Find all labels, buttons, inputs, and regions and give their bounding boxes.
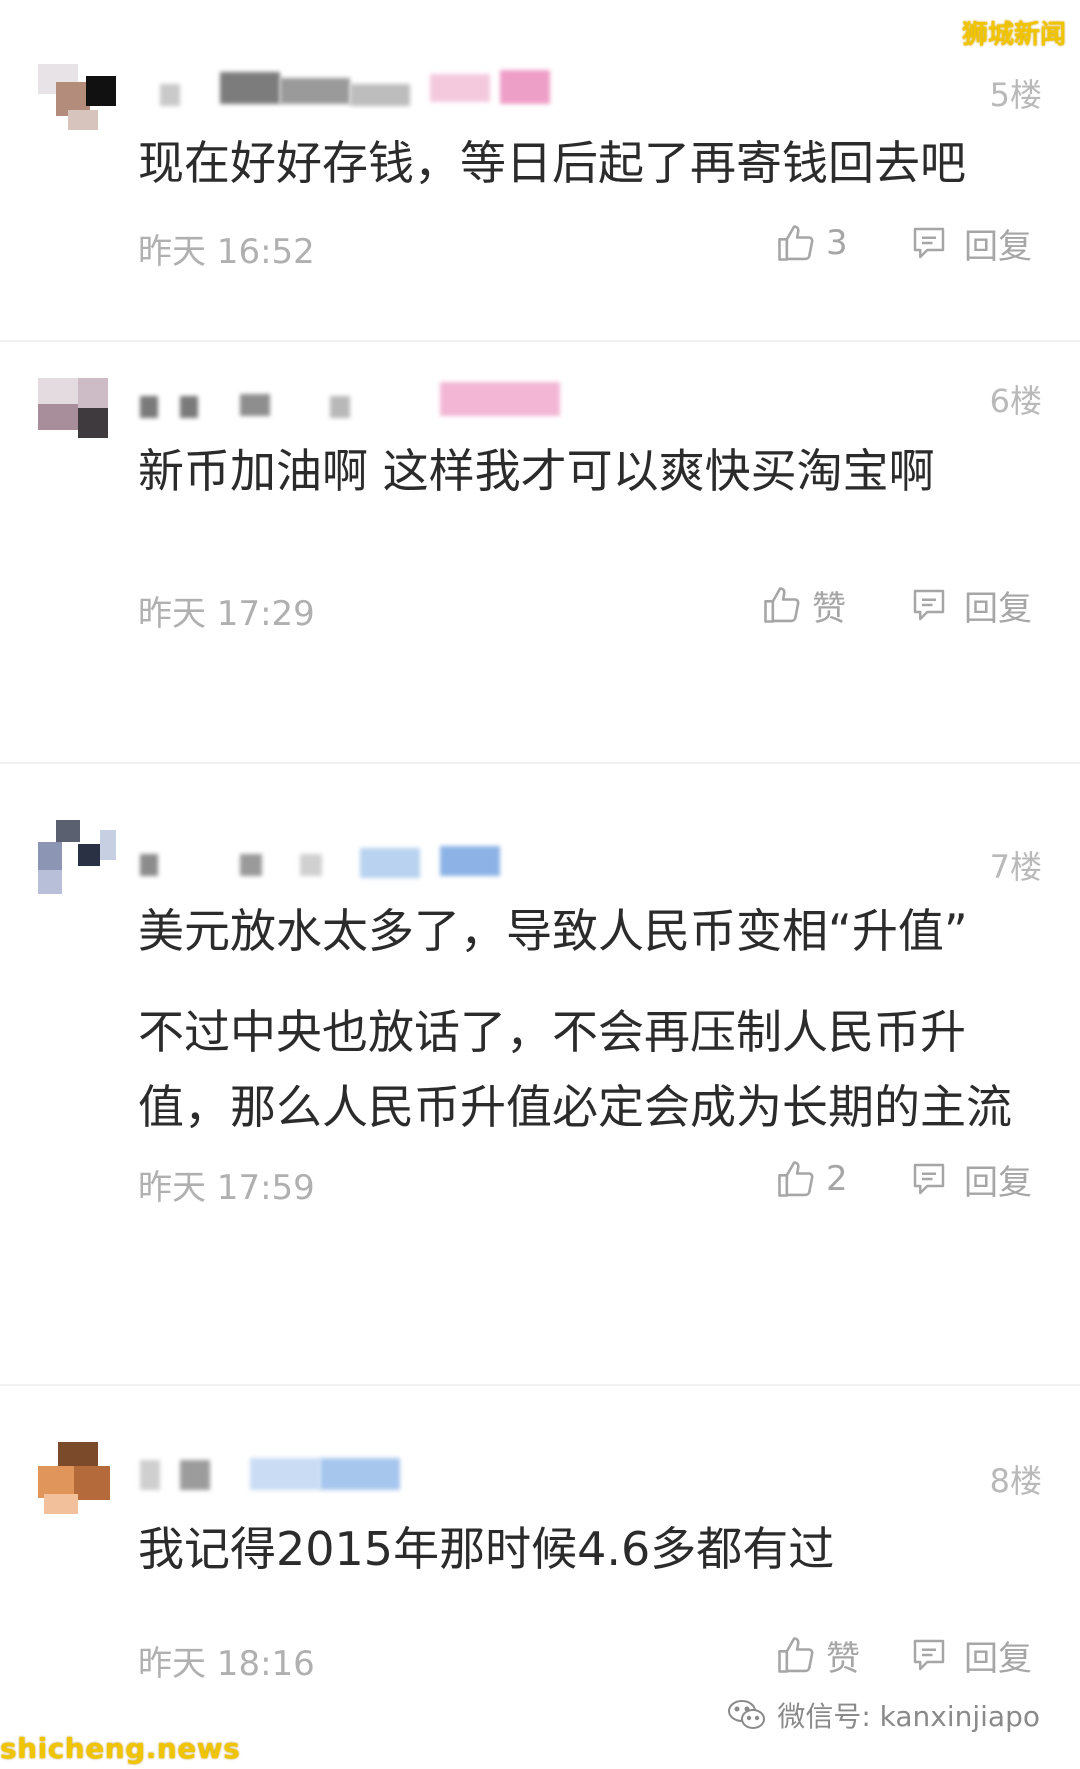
- comment-icon: [908, 1634, 950, 1676]
- thumbs-up-icon: [760, 583, 804, 627]
- reply-label: 回复: [964, 1162, 1032, 1203]
- comment-line: 新币加油啊 这样我才可以爽快买淘宝啊: [138, 444, 935, 498]
- comment-line: 美元放水太多了，导致人民币变相“升值”: [138, 904, 968, 958]
- comment-icon: [908, 1158, 950, 1200]
- wechat-id: 微信号: kanxinjiapo: [777, 1700, 1040, 1733]
- thumbs-up-icon: [774, 1633, 818, 1677]
- comment-time: 昨天 16:52: [138, 232, 315, 272]
- reply-label: 回复: [964, 226, 1032, 267]
- comment-meta: 昨天 17:29 赞 回复: [138, 586, 1038, 636]
- wechat-icon: [727, 1698, 767, 1732]
- like-count: 2: [826, 1159, 848, 1199]
- like-count: 赞: [826, 1638, 860, 1679]
- like-count: 3: [826, 223, 848, 263]
- avatar[interactable]: [38, 1442, 118, 1516]
- like-count: 赞: [812, 588, 846, 629]
- floor-number: 8楼: [989, 1462, 1042, 1500]
- floor-number: 5楼: [989, 76, 1042, 114]
- like-button[interactable]: 3: [774, 218, 848, 268]
- comment-text: 新币加油啊 这样我才可以爽快买淘宝啊: [138, 434, 1018, 509]
- reply-label: 回复: [964, 1638, 1032, 1679]
- avatar[interactable]: [38, 58, 118, 132]
- reply-button[interactable]: 回复: [908, 1154, 1032, 1204]
- comment-text: 我记得2015年那时候4.6多都有过: [138, 1512, 1018, 1587]
- comment-time: 昨天 17:59: [138, 1168, 315, 1208]
- comment-line: 我记得2015年那时候4.6多都有过: [138, 1522, 835, 1576]
- reply-button[interactable]: 回复: [908, 1630, 1032, 1680]
- comment-meta: 昨天 18:16 赞 回复: [138, 1636, 1038, 1686]
- username-blurred[interactable]: [140, 844, 600, 884]
- wechat-watermark: 微信号: kanxinjiapo: [727, 1695, 1040, 1735]
- comment-meta: 昨天 16:52 3 回复: [138, 223, 1038, 274]
- comment-floor-7: 7楼 美元放水太多了，导致人民币变相“升值” 不过中央也放话了，不会再压制人民币…: [0, 764, 1080, 1384]
- username-blurred[interactable]: [140, 1456, 600, 1496]
- like-button[interactable]: 赞: [760, 580, 846, 630]
- username-blurred[interactable]: [140, 70, 600, 110]
- reply-button[interactable]: 回复: [908, 580, 1032, 630]
- like-button[interactable]: 赞: [774, 1630, 860, 1680]
- thumbs-up-icon: [774, 221, 818, 265]
- reply-label: 回复: [964, 588, 1032, 629]
- comment-line: 不过中央也放话了，不会再压制人民币升值，那么人民币升值必定会成为长期的主流: [138, 1005, 1012, 1134]
- comment-text: 现在好好存钱，等日后起了再寄钱回去吧: [138, 126, 1018, 201]
- comment-icon: [908, 222, 950, 264]
- comment-line: 现在好好存钱，等日后起了再寄钱回去吧: [138, 136, 966, 190]
- reply-button[interactable]: 回复: [908, 218, 1032, 268]
- avatar[interactable]: [38, 820, 118, 894]
- comment-floor-6: 6楼 新币加油啊 这样我才可以爽快买淘宝啊 昨天 17:29 赞 回复: [0, 342, 1080, 762]
- floor-number: 6楼: [989, 382, 1042, 420]
- comment-icon: [908, 584, 950, 626]
- comment-time: 昨天 18:16: [138, 1644, 315, 1684]
- avatar[interactable]: [38, 378, 118, 452]
- username-blurred[interactable]: [140, 382, 600, 426]
- comment-meta: 昨天 17:59 2 回复: [138, 1159, 1038, 1210]
- comment-text: 美元放水太多了，导致人民币变相“升值” 不过中央也放话了，不会再压制人民币升值，…: [138, 894, 1018, 1145]
- thumbs-up-icon: [774, 1157, 818, 1201]
- watermark-site: shicheng.news: [0, 1732, 241, 1765]
- floor-number: 7楼: [989, 848, 1042, 886]
- comment-time: 昨天 17:29: [138, 594, 315, 634]
- comment-floor-5: 5楼 现在好好存钱，等日后起了再寄钱回去吧 昨天 16:52 3 回复: [0, 0, 1080, 340]
- like-button[interactable]: 2: [774, 1154, 848, 1204]
